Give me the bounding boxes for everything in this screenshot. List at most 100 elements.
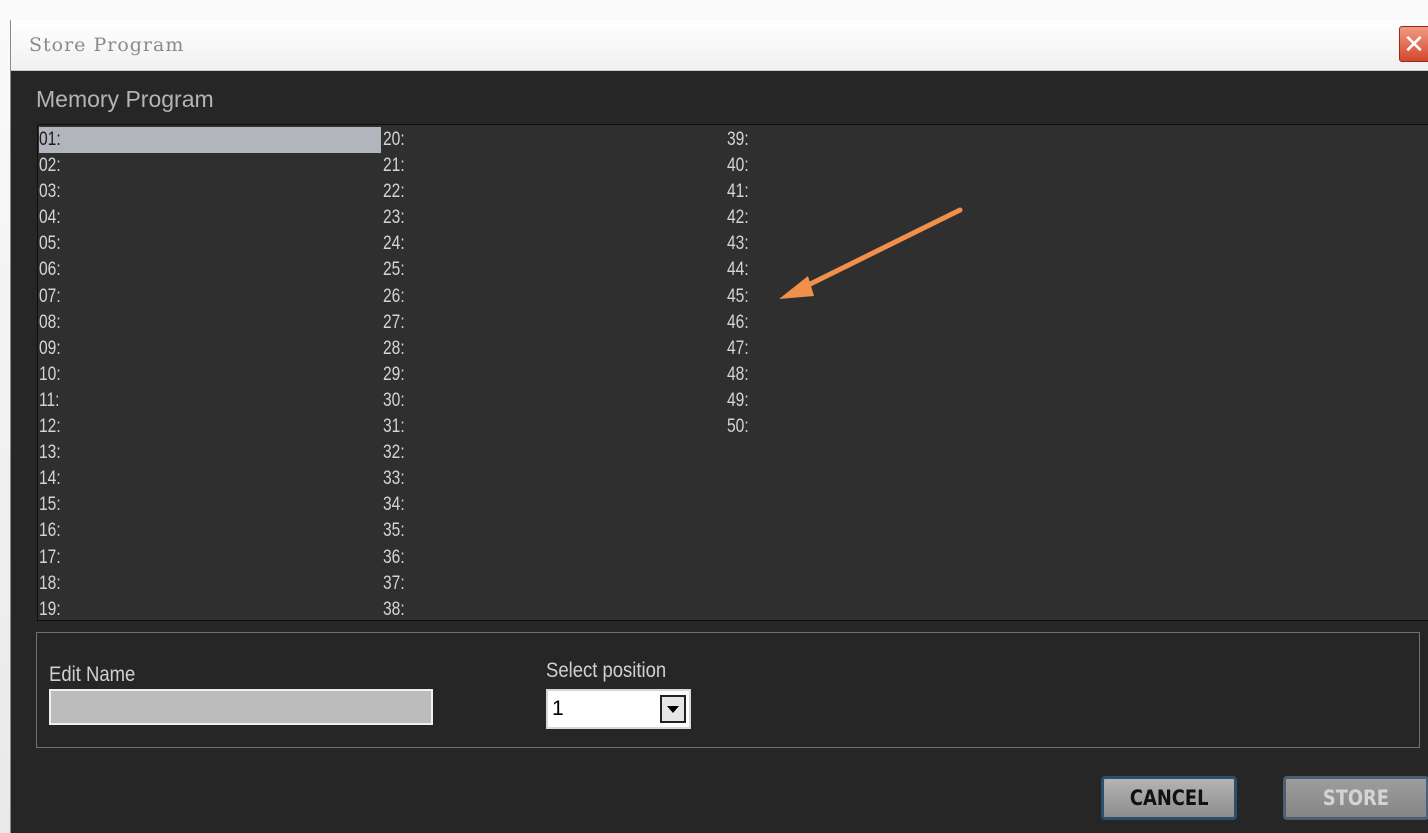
memory-slot-label: 27: xyxy=(383,311,405,333)
memory-slot-label: 01: xyxy=(39,129,61,150)
memory-slot-label: 06: xyxy=(39,259,61,281)
memory-slot-item[interactable]: 41: xyxy=(727,179,1069,205)
title-bar[interactable]: Store Program ✕ xyxy=(11,20,1428,71)
memory-slot-label: 30: xyxy=(383,389,405,411)
memory-slot-item[interactable]: 16: xyxy=(39,518,381,544)
memory-slot-label: 44: xyxy=(727,259,749,281)
memory-slot-item[interactable]: 30: xyxy=(383,388,725,414)
memory-column-2: 20: 21: 22: 23: 24: 25: 26: 27: 28: 29: 30: 31: 32: 3… xyxy=(383,127,725,623)
memory-slot-item[interactable]: 14: xyxy=(39,466,381,492)
cancel-button-label: CANCEL xyxy=(1129,786,1209,810)
memory-slot-label: 13: xyxy=(39,442,61,464)
memory-slot-item[interactable]: 38: xyxy=(383,597,725,623)
memory-slot-item[interactable]: 43: xyxy=(727,231,1069,257)
memory-slot-label: 41: xyxy=(727,181,749,203)
memory-slot-label: 18: xyxy=(39,572,61,594)
memory-slot-label: 39: xyxy=(727,129,749,150)
memory-slot-item[interactable]: 46: xyxy=(727,310,1069,336)
memory-slot-item[interactable]: 31: xyxy=(383,414,725,440)
memory-slot-label: 03: xyxy=(39,181,61,203)
dialog-title: Store Program xyxy=(29,34,185,56)
memory-slot-item[interactable]: 33: xyxy=(383,466,725,492)
memory-slot-item[interactable]: 04: xyxy=(39,205,381,231)
memory-slot-label: 19: xyxy=(39,598,61,620)
memory-slot-item[interactable]: 09: xyxy=(39,336,381,362)
memory-slot-label: 11: xyxy=(39,389,60,411)
memory-slot-item[interactable]: 26: xyxy=(383,284,725,310)
memory-slot-label: 17: xyxy=(39,546,61,568)
memory-slot-item[interactable]: 13: xyxy=(39,440,381,466)
edit-group: Edit Name Select position 1 xyxy=(36,632,1420,748)
memory-slot-label: 26: xyxy=(383,285,405,307)
memory-slot-item[interactable]: 44: xyxy=(727,257,1069,283)
memory-program-list[interactable]: 01: 02: 03: 04: 05: 06: 07: 08: 09: 10: 11: 12: 13: 1… xyxy=(37,124,1428,621)
memory-slot-label: 10: xyxy=(39,363,61,385)
memory-slot-item[interactable]: 37: xyxy=(383,571,725,597)
memory-slot-item[interactable]: 48: xyxy=(727,362,1069,388)
memory-slot-item[interactable]: 05: xyxy=(39,231,381,257)
memory-slot-item[interactable]: 15: xyxy=(39,492,381,518)
memory-slot-item[interactable]: 36: xyxy=(383,545,725,571)
memory-slot-item[interactable]: 21: xyxy=(383,153,725,179)
store-program-dialog: Store Program ✕ Memory Program 01: 02: 03:… xyxy=(10,20,1428,833)
memory-slot-item[interactable]: 29: xyxy=(383,362,725,388)
memory-slot-label: 24: xyxy=(383,233,405,255)
memory-slot-item[interactable]: 50: xyxy=(727,414,1069,440)
memory-slot-item[interactable]: 03: xyxy=(39,179,381,205)
memory-slot-item[interactable]: 01: xyxy=(39,127,381,154)
memory-slot-item[interactable]: 06: xyxy=(39,257,381,283)
memory-column-3: 39: 40: 41: 42: 43: 44: 45: 46: 47: 48: 49: 50: xyxy=(727,127,1069,440)
memory-slot-label: 42: xyxy=(727,207,749,229)
memory-slot-item[interactable]: 28: xyxy=(383,336,725,362)
memory-slot-label: 33: xyxy=(383,468,405,490)
memory-slot-item[interactable]: 23: xyxy=(383,205,725,231)
store-button[interactable]: STORE xyxy=(1283,776,1428,820)
edit-name-input[interactable] xyxy=(49,689,433,725)
memory-slot-item[interactable]: 17: xyxy=(39,545,381,571)
memory-slot-item[interactable]: 42: xyxy=(727,205,1069,231)
memory-slot-label: 02: xyxy=(39,155,61,177)
memory-slot-item[interactable]: 49: xyxy=(727,388,1069,414)
memory-slot-item[interactable]: 10: xyxy=(39,362,381,388)
memory-slot-label: 22: xyxy=(383,181,405,203)
cancel-button[interactable]: CANCEL xyxy=(1101,776,1237,820)
memory-slot-item[interactable]: 20: xyxy=(383,127,725,153)
memory-slot-label: 49: xyxy=(727,389,749,411)
memory-slot-label: 29: xyxy=(383,363,405,385)
memory-slot-item[interactable]: 25: xyxy=(383,257,725,283)
memory-slot-label: 08: xyxy=(39,311,61,333)
memory-slot-item[interactable]: 32: xyxy=(383,440,725,466)
memory-slot-item[interactable]: 39: xyxy=(727,127,1069,153)
memory-slot-item[interactable]: 35: xyxy=(383,518,725,544)
memory-slot-item[interactable]: 47: xyxy=(727,336,1069,362)
memory-slot-label: 16: xyxy=(39,520,61,542)
memory-slot-label: 04: xyxy=(39,207,61,229)
select-position-value: 1 xyxy=(552,697,564,720)
memory-slot-item[interactable]: 45: xyxy=(727,284,1069,310)
memory-slot-item[interactable]: 11: xyxy=(39,388,381,414)
memory-slot-item[interactable]: 34: xyxy=(383,492,725,518)
memory-slot-label: 21: xyxy=(383,155,405,177)
select-position-dropdown[interactable]: 1 xyxy=(546,689,691,729)
store-button-label: STORE xyxy=(1322,786,1390,810)
memory-slot-item[interactable]: 19: xyxy=(39,597,381,623)
memory-slot-item[interactable]: 08: xyxy=(39,310,381,336)
memory-program-heading: Memory Program xyxy=(36,86,214,112)
memory-slot-item[interactable]: 12: xyxy=(39,414,381,440)
memory-slot-item[interactable]: 07: xyxy=(39,284,381,310)
memory-slot-item[interactable]: 02: xyxy=(39,153,381,179)
chevron-down-icon[interactable] xyxy=(660,695,686,723)
memory-slot-item[interactable]: 22: xyxy=(383,179,725,205)
memory-slot-item[interactable]: 27: xyxy=(383,310,725,336)
memory-slot-label: 14: xyxy=(39,468,61,490)
memory-slot-item[interactable]: 24: xyxy=(383,231,725,257)
memory-slot-label: 15: xyxy=(39,494,61,516)
memory-slot-label: 47: xyxy=(727,337,749,359)
memory-slot-label: 37: xyxy=(383,572,405,594)
memory-slot-label: 20: xyxy=(383,129,405,150)
memory-slot-label: 07: xyxy=(39,285,61,307)
close-icon[interactable]: ✕ xyxy=(1399,26,1428,62)
memory-slot-item[interactable]: 18: xyxy=(39,571,381,597)
memory-slot-item[interactable]: 40: xyxy=(727,153,1069,179)
memory-slot-label: 35: xyxy=(383,520,405,542)
